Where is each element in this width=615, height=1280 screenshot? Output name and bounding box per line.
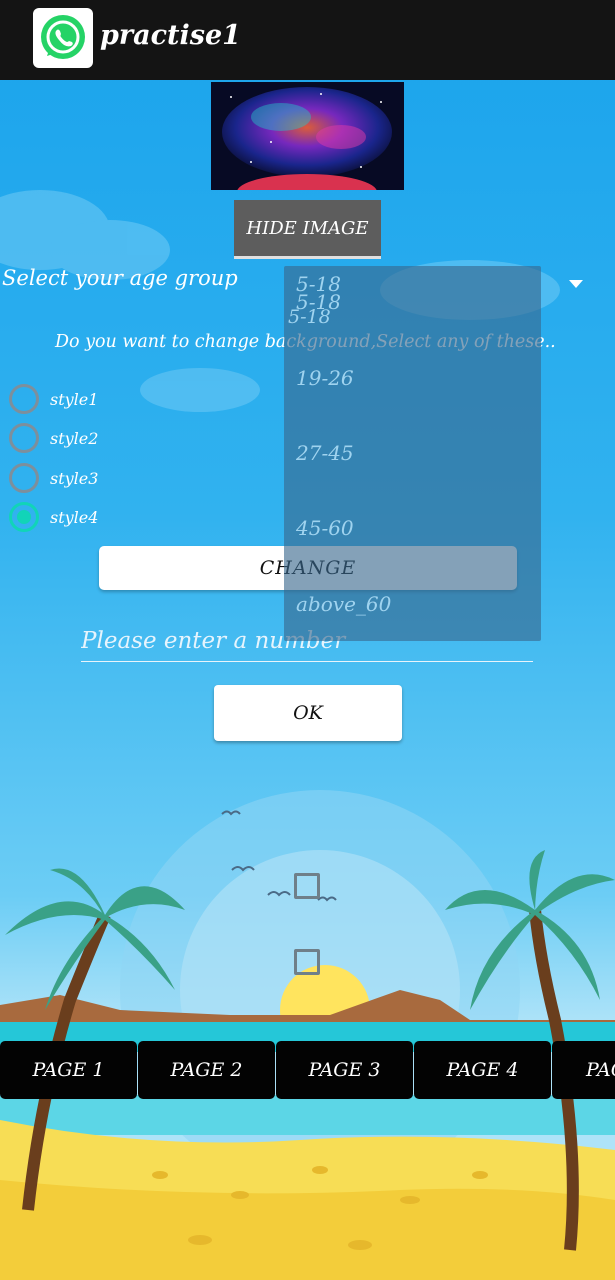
radio-style3[interactable]: style3: [9, 462, 98, 494]
tab-page-1[interactable]: PAGE 1: [0, 1041, 137, 1099]
app-title: practise1: [100, 20, 241, 51]
dropdown-option[interactable]: 5-18: [296, 290, 341, 314]
radio-button[interactable]: [9, 423, 39, 453]
radio-label: style1: [50, 389, 99, 409]
age-group-label: Select your age group: [2, 266, 238, 290]
radio-button[interactable]: [9, 463, 39, 493]
checkbox[interactable]: [294, 873, 320, 899]
hide-image-button[interactable]: HIDE IMAGE: [234, 200, 381, 256]
chevron-down-icon[interactable]: [569, 280, 583, 288]
ok-button[interactable]: OK: [214, 685, 402, 741]
radio-style1[interactable]: style1: [9, 383, 98, 415]
age-group-dropdown[interactable]: 5-18 5-18 5-18 19-26 27-45 45-60 above_6…: [284, 266, 541, 641]
dropdown-option[interactable]: 19-26: [296, 366, 354, 390]
dropdown-option[interactable]: above_60: [296, 592, 391, 616]
app-bar: practise1: [0, 0, 615, 80]
radio-button[interactable]: [9, 384, 39, 414]
radio-label: style4: [50, 507, 99, 527]
checkbox[interactable]: [294, 949, 320, 975]
radio-style4[interactable]: style4: [9, 501, 98, 533]
tab-page-2[interactable]: PAGE 2: [138, 1041, 275, 1099]
radio-style2[interactable]: style2: [9, 422, 98, 454]
dropdown-option[interactable]: 27-45: [296, 441, 354, 465]
tab-page-4[interactable]: PAGE 4: [414, 1041, 551, 1099]
tab-page-5[interactable]: PAGE 5: [552, 1041, 615, 1099]
galaxy-image: [211, 82, 404, 190]
radio-label: style3: [50, 468, 99, 488]
radio-label: style2: [50, 428, 99, 448]
dropdown-option[interactable]: 45-60: [296, 516, 354, 540]
tab-page-3[interactable]: PAGE 3: [276, 1041, 413, 1099]
radio-button[interactable]: [9, 502, 39, 532]
whatsapp-icon: [33, 8, 93, 68]
